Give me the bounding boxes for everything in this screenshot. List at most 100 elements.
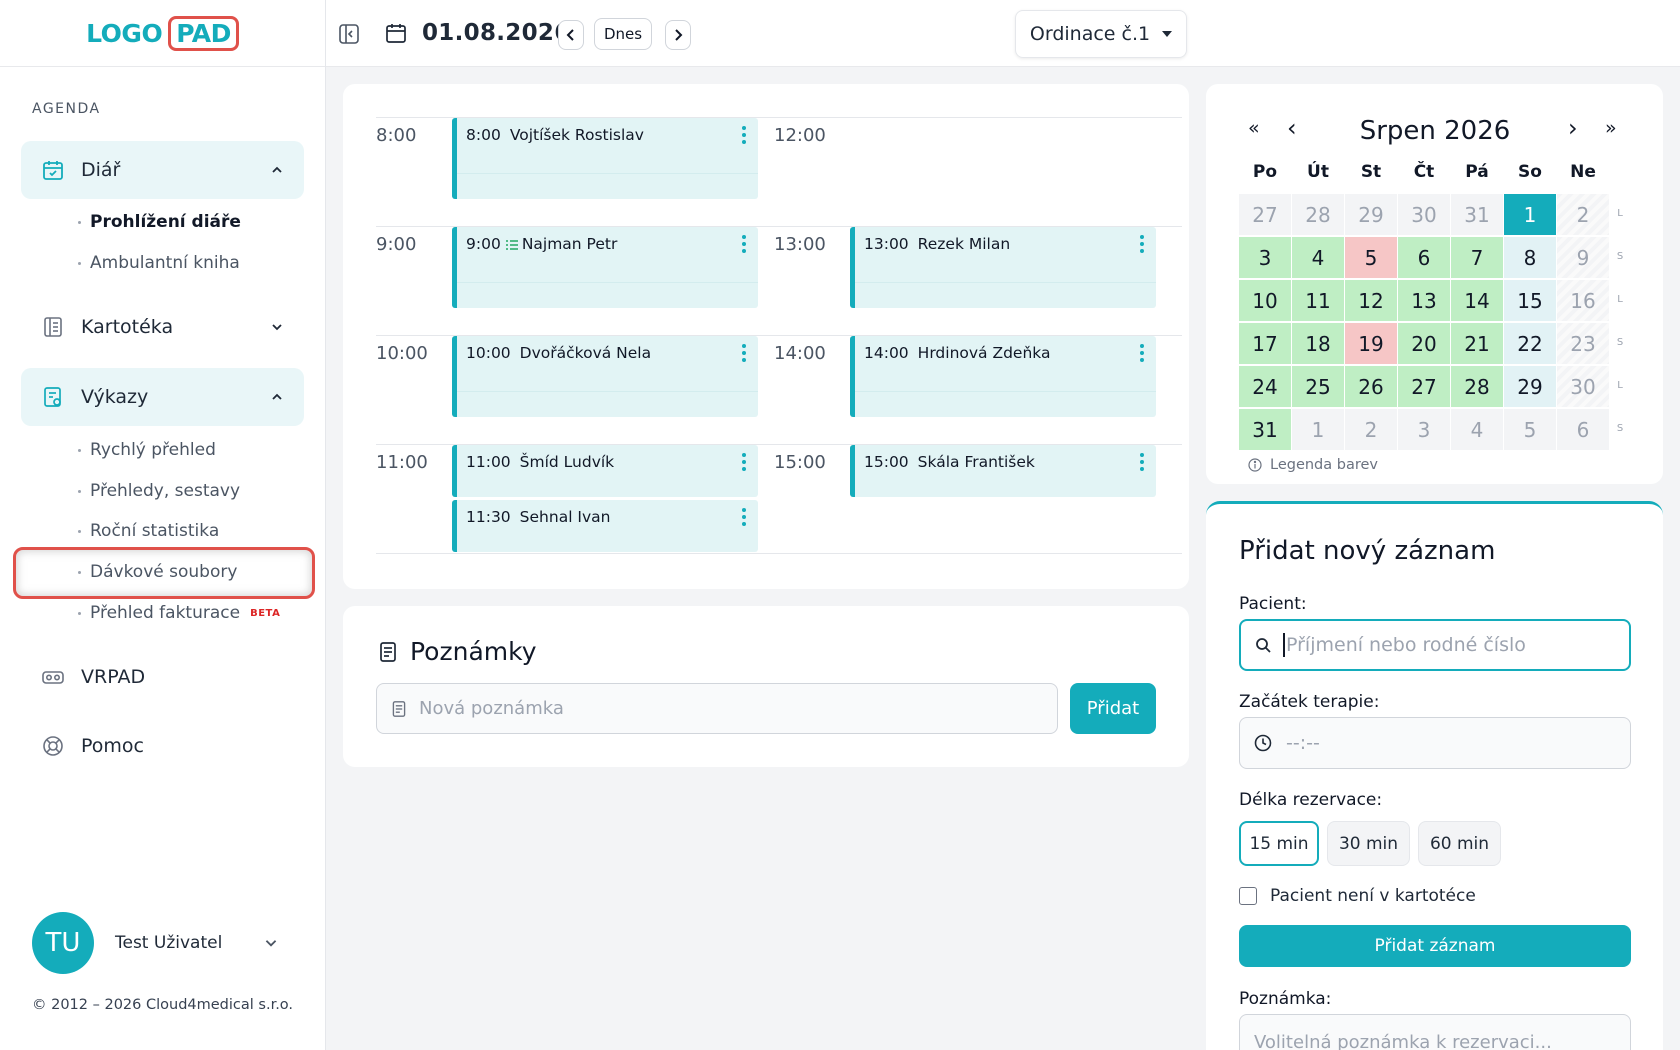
more-vertical-icon[interactable] xyxy=(1140,235,1144,256)
nav-vykazy[interactable]: Výkazy xyxy=(21,368,304,426)
calendar-day[interactable]: 12 xyxy=(1345,280,1397,321)
calendar-day[interactable]: 22 xyxy=(1504,323,1556,364)
calendar-day[interactable]: 23 xyxy=(1557,323,1609,364)
calendar-day[interactable]: 3 xyxy=(1239,237,1291,278)
calendar-day[interactable]: 6 xyxy=(1557,409,1609,450)
sub-prohlizeni-diare[interactable]: Prohlížení diáře xyxy=(78,212,241,232)
calendar-day[interactable]: 16 xyxy=(1557,280,1609,321)
duration-30-button[interactable]: 30 min xyxy=(1327,821,1410,866)
sub-label: Dávkové soubory xyxy=(90,562,238,582)
calendar-day[interactable]: 1 xyxy=(1292,409,1344,450)
today-button[interactable]: Dnes xyxy=(594,18,652,50)
more-vertical-icon[interactable] xyxy=(1140,344,1144,365)
appointment-time: 9:00 xyxy=(466,235,501,253)
weekday-label: So xyxy=(1518,162,1542,182)
calendar-day[interactable]: 19 xyxy=(1345,323,1397,364)
legend-link[interactable]: Legenda barev xyxy=(1248,457,1378,473)
calendar-day[interactable]: 14 xyxy=(1451,280,1503,321)
appointment[interactable]: 8:00 Vojtíšek Rostislav xyxy=(452,118,758,199)
calendar-day[interactable]: 20 xyxy=(1398,323,1450,364)
calendar-day[interactable]: 2 xyxy=(1557,194,1609,235)
sub-rocni-statistika[interactable]: Roční statistika xyxy=(78,521,219,541)
nav-vrpad[interactable]: VRPAD xyxy=(41,665,145,689)
calendar-day[interactable]: 21 xyxy=(1451,323,1503,364)
appointment[interactable]: 13:00 Rezek Milan xyxy=(850,227,1156,308)
week-type-tag: L xyxy=(1617,380,1623,391)
appointment[interactable]: 11:00 Šmíd Ludvík xyxy=(452,445,758,497)
calendar-day[interactable]: 29 xyxy=(1345,194,1397,235)
first-month-button[interactable]: « xyxy=(1248,117,1260,139)
more-vertical-icon[interactable] xyxy=(742,126,746,147)
calendar-day[interactable]: 31 xyxy=(1451,194,1503,235)
more-vertical-icon[interactable] xyxy=(742,508,746,529)
duration-15-button[interactable]: 15 min xyxy=(1239,821,1319,866)
patient-search-input[interactable]: Příjmení nebo rodné číslo xyxy=(1239,619,1631,671)
calendar-day[interactable]: 11 xyxy=(1292,280,1344,321)
calendar-day[interactable]: 5 xyxy=(1504,409,1556,450)
prev-month-button[interactable]: ‹ xyxy=(1287,114,1297,142)
calendar-day[interactable]: 10 xyxy=(1239,280,1291,321)
calendar-day[interactable]: 5 xyxy=(1345,237,1397,278)
sidebar: LOGO PAD AGENDA Diář Prohlížení diáře Am… xyxy=(0,0,326,1050)
calendar-day[interactable]: 13 xyxy=(1398,280,1450,321)
more-vertical-icon[interactable] xyxy=(742,453,746,474)
nav-kartoteka[interactable]: Kartotéka xyxy=(21,298,304,356)
calendar-day[interactable]: 4 xyxy=(1292,237,1344,278)
info-icon xyxy=(1248,458,1262,472)
calendar-day[interactable]: 6 xyxy=(1398,237,1450,278)
office-select[interactable]: Ordinace č.1 xyxy=(1015,10,1187,58)
nav-pomoc[interactable]: Pomoc xyxy=(41,734,144,758)
calendar-day[interactable]: 3 xyxy=(1398,409,1450,450)
sub-prehledy-sestavy[interactable]: Přehledy, sestavy xyxy=(78,481,240,501)
next-month-button[interactable]: › xyxy=(1568,114,1578,142)
calendar-icon[interactable] xyxy=(383,20,409,46)
add-record-button[interactable]: Přidat záznam xyxy=(1239,925,1631,967)
sub-davkove-soubory[interactable]: Dávkové soubory xyxy=(78,562,237,582)
duration-60-button[interactable]: 60 min xyxy=(1418,821,1501,866)
note-input[interactable]: Nová poznámka xyxy=(376,683,1058,734)
appointment[interactable]: 10:00 Dvořáčková Nela xyxy=(452,336,758,417)
calendar-day[interactable]: 26 xyxy=(1345,366,1397,407)
calendar-day[interactable]: 25 xyxy=(1292,366,1344,407)
calendar-day[interactable]: 15 xyxy=(1504,280,1556,321)
calendar-day[interactable]: 7 xyxy=(1451,237,1503,278)
calendar-day[interactable]: 9 xyxy=(1557,237,1609,278)
prev-day-button[interactable] xyxy=(558,20,584,50)
more-vertical-icon[interactable] xyxy=(742,344,746,365)
appointment[interactable]: 14:00 Hrdinová Zdeňka xyxy=(850,336,1156,417)
sub-rychly-prehled[interactable]: Rychlý přehled xyxy=(78,440,216,460)
calendar-day[interactable]: 1 xyxy=(1504,194,1556,235)
calendar-day[interactable]: 2 xyxy=(1345,409,1397,450)
more-vertical-icon[interactable] xyxy=(742,235,746,256)
calendar-day[interactable]: 28 xyxy=(1292,194,1344,235)
more-vertical-icon[interactable] xyxy=(1140,453,1144,474)
user-menu[interactable]: TU Test Uživatel xyxy=(32,912,279,974)
calendar-day[interactable]: 17 xyxy=(1239,323,1291,364)
next-day-button[interactable] xyxy=(665,20,691,50)
calendar-day[interactable]: 29 xyxy=(1504,366,1556,407)
add-note-button[interactable]: Přidat xyxy=(1070,683,1156,734)
calendar-day[interactable]: 31 xyxy=(1239,409,1291,450)
calendar-day[interactable]: 8 xyxy=(1504,237,1556,278)
calendar-day[interactable]: 27 xyxy=(1398,366,1450,407)
calendar-day[interactable]: 4 xyxy=(1451,409,1503,450)
calendar-day[interactable]: 30 xyxy=(1557,366,1609,407)
calendar-day[interactable]: 27 xyxy=(1239,194,1291,235)
calendar-day[interactable]: 18 xyxy=(1292,323,1344,364)
reservation-note-input[interactable]: Volitelná poznámka k rezervaci... xyxy=(1239,1014,1631,1050)
appointment[interactable]: 15:00 Skála František xyxy=(850,445,1156,497)
start-time-input[interactable]: --:-- xyxy=(1239,717,1631,769)
current-date[interactable]: 01.08.2026 xyxy=(422,17,571,49)
nav-diar[interactable]: Diář xyxy=(21,141,304,199)
not-in-records-checkbox[interactable]: Pacient není v kartotéce xyxy=(1239,886,1476,906)
logo[interactable]: LOGO PAD xyxy=(0,0,325,67)
sidebar-toggle-icon[interactable] xyxy=(336,21,362,47)
sub-ambulantni-kniha[interactable]: Ambulantní kniha xyxy=(78,253,240,273)
appointment[interactable]: 11:30 Sehnal Ivan xyxy=(452,500,758,552)
calendar-day[interactable]: 24 xyxy=(1239,366,1291,407)
appointment[interactable]: 9:00 Najman Petr xyxy=(452,227,758,308)
sub-prehled-fakturace[interactable]: Přehled fakturace BETA xyxy=(78,603,280,623)
calendar-day[interactable]: 30 xyxy=(1398,194,1450,235)
calendar-day[interactable]: 28 xyxy=(1451,366,1503,407)
last-month-button[interactable]: » xyxy=(1605,117,1617,139)
